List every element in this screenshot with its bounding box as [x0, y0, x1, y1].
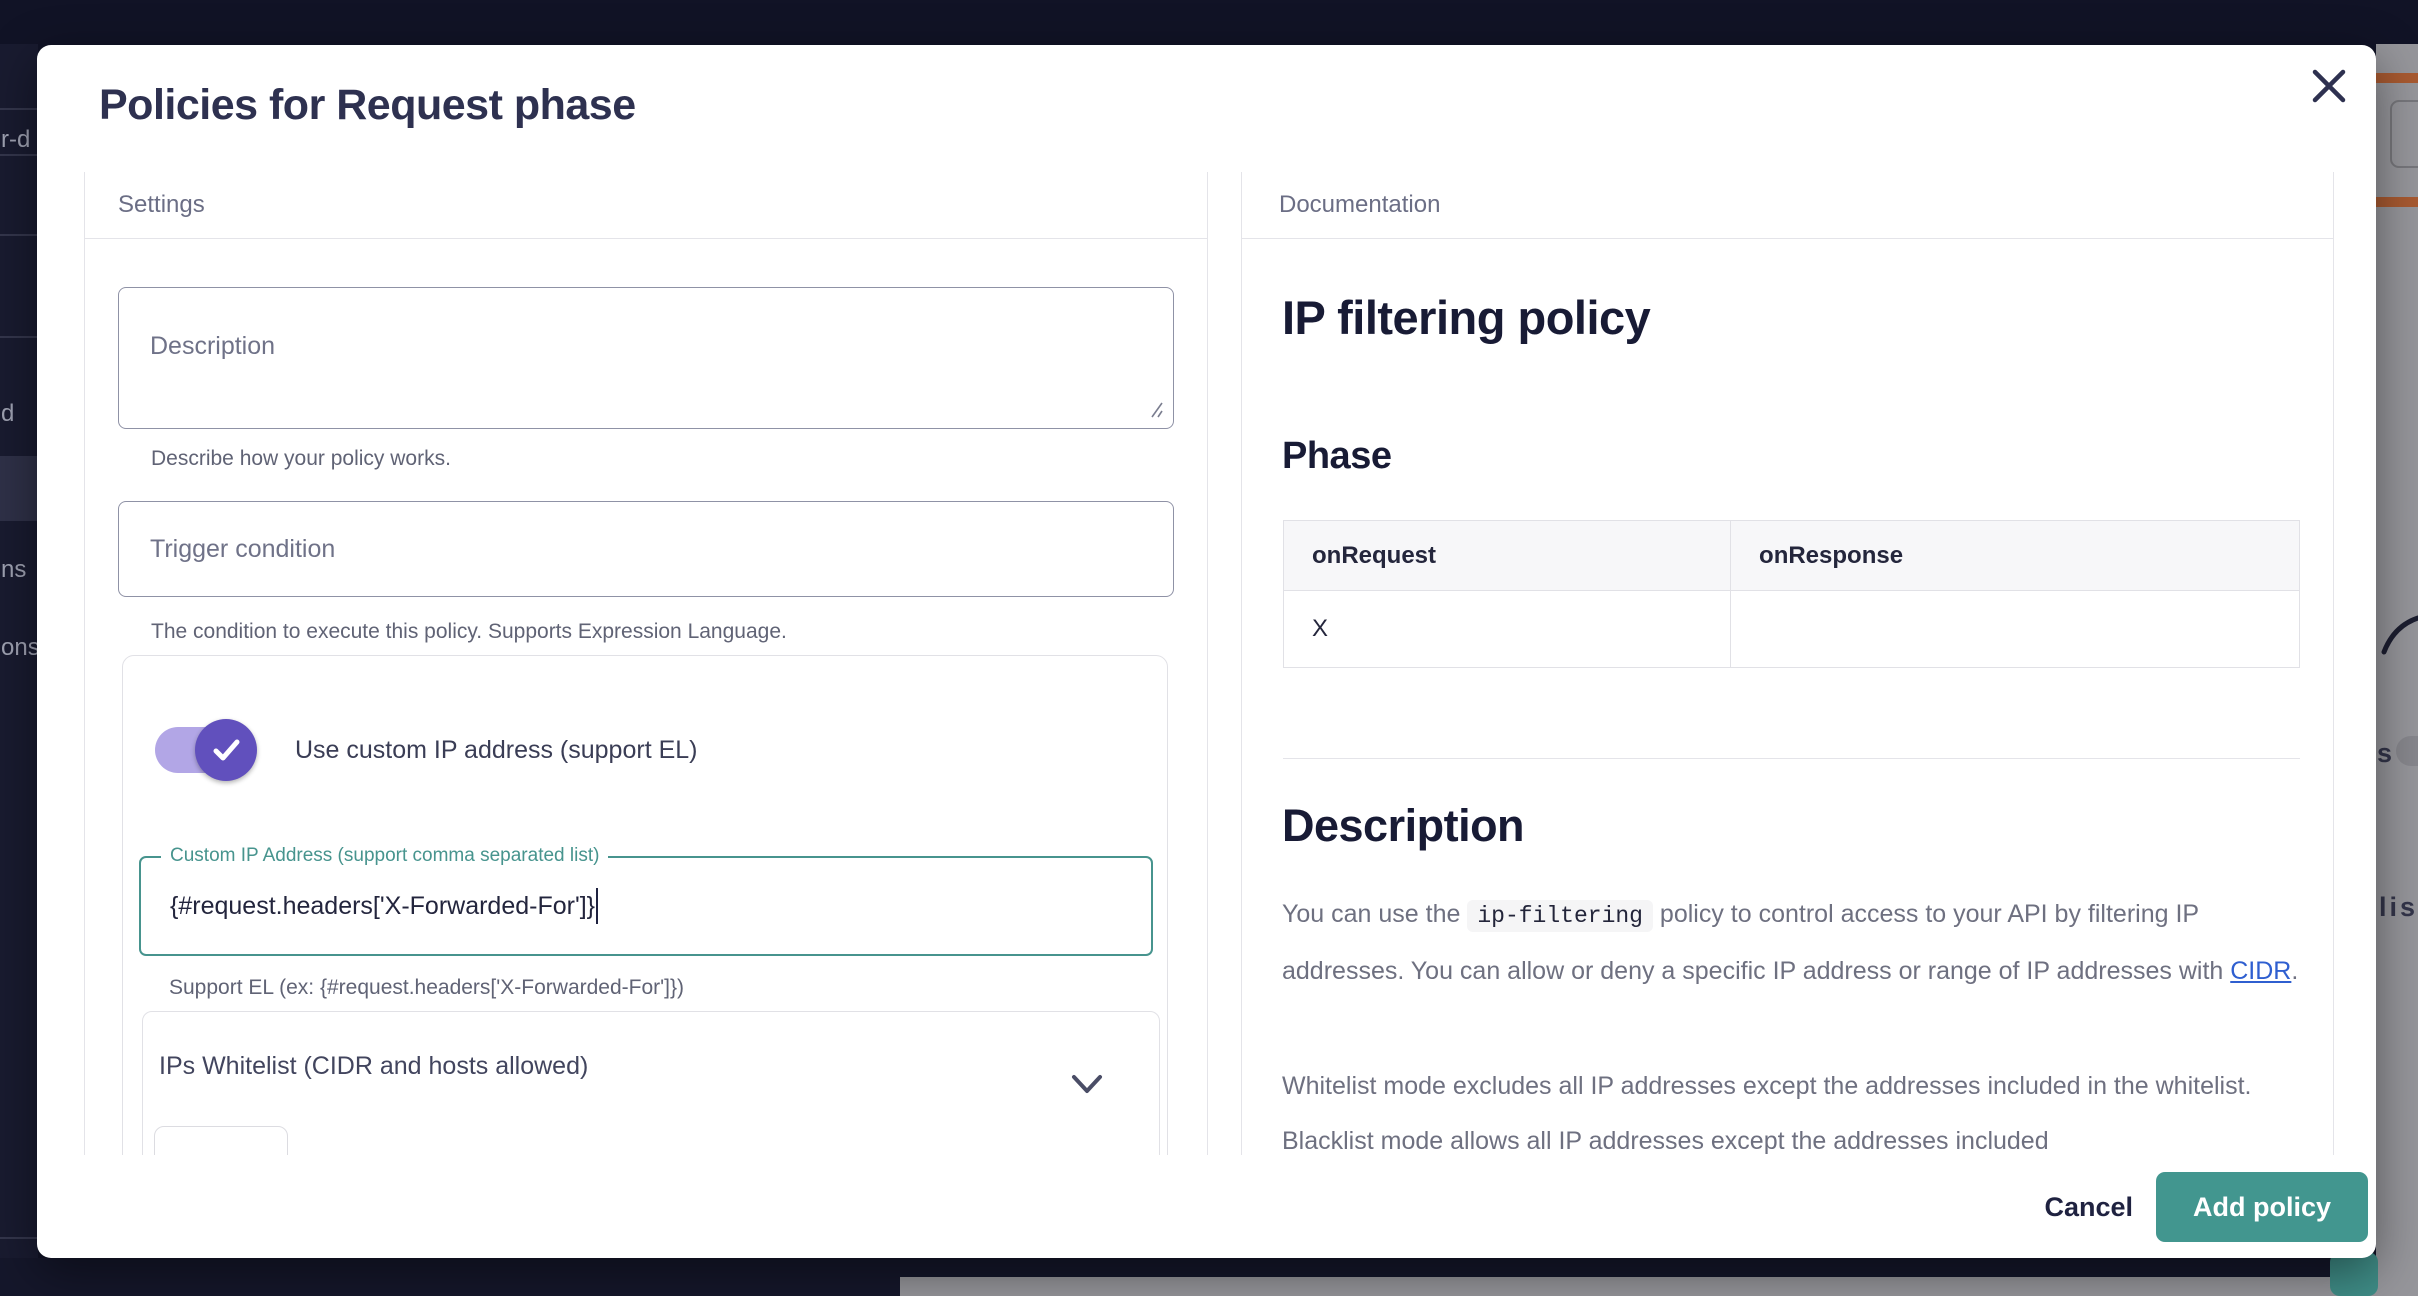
close-button[interactable] [2304, 61, 2354, 111]
background-bottom-content [900, 1277, 2418, 1296]
custom-ip-input-value: {#request.headers['X-Forwarded-For']} [170, 892, 595, 921]
doc-paragraph-1: You can use the ip-filtering policy to c… [1282, 887, 2304, 999]
settings-panel-header: Settings [85, 172, 1207, 239]
toggle-thumb [195, 719, 257, 781]
doc-p1-text: You can use the [1282, 900, 1467, 928]
background-teal-element [2330, 1252, 2378, 1296]
background-pill [2396, 736, 2418, 766]
sidebar-item-fragment: r-d [1, 126, 30, 154]
sidebar-divider [0, 108, 38, 110]
add-policy-button[interactable]: Add policy [2156, 1172, 2368, 1242]
doc-paragraph-2: Whitelist mode excludes all IP addresses… [1282, 1059, 2304, 1155]
custom-ip-toggle[interactable] [155, 718, 257, 782]
phase-table: onRequest onResponse X [1283, 520, 2300, 668]
description-placeholder: Description [150, 332, 275, 361]
sidebar-divider [0, 336, 38, 338]
ips-whitelist-expansion-panel[interactable]: IPs Whitelist (CIDR and hosts allowed) [142, 1011, 1160, 1155]
custom-ip-hint: Support EL (ex: {#request.headers['X-For… [169, 976, 684, 1000]
trigger-condition-hint: The condition to execute this policy. Su… [151, 620, 787, 644]
text-cursor [596, 888, 598, 924]
sidebar-item-fragment: d [1, 400, 14, 428]
sidebar-item-fragment: ns [1, 556, 26, 584]
cidr-link[interactable]: CIDR [2230, 957, 2291, 985]
background-sidebar: r-d d ns ons [0, 44, 38, 1258]
phase-table-cell-onrequest: X [1284, 591, 1731, 668]
resize-handle-icon[interactable] [1146, 401, 1164, 419]
description-hint: Describe how your policy works. [151, 447, 451, 471]
trigger-condition-input[interactable]: Trigger condition [118, 501, 1174, 597]
check-icon [209, 733, 243, 767]
phase-table-header-row: onRequest onResponse [1284, 521, 2300, 591]
background-text-fragment: s [2377, 738, 2392, 769]
doc-phase-heading: Phase [1282, 435, 1391, 478]
sidebar-divider [0, 154, 38, 156]
background-rust-bar [2376, 73, 2418, 83]
phase-table-cell-onresponse [1731, 591, 2300, 668]
doc-inline-code: ip-filtering [1467, 900, 1653, 932]
add-policy-dialog: Policies for Request phase Settings Desc… [37, 45, 2376, 1258]
cancel-button[interactable]: Cancel [2044, 1172, 2133, 1242]
background-right-edge: s lis [2376, 44, 2418, 1296]
doc-divider [1283, 758, 2300, 759]
doc-p1-text: . [2291, 957, 2298, 985]
sidebar-selected-item [0, 456, 38, 521]
close-icon [2310, 67, 2348, 105]
ips-whitelist-label: IPs Whitelist (CIDR and hosts allowed) [159, 1052, 588, 1081]
sidebar-divider [0, 234, 38, 236]
phase-table-header-onrequest: onRequest [1284, 521, 1731, 591]
whitelist-partial-control [154, 1126, 288, 1155]
settings-panel: Settings Description Describe how your p… [84, 172, 1208, 1155]
doc-description-heading: Description [1282, 800, 1524, 852]
documentation-panel-header: Documentation [1242, 172, 2333, 239]
background-rust-bar [2376, 197, 2418, 207]
trigger-condition-placeholder: Trigger condition [150, 535, 335, 564]
doc-policy-title: IP filtering policy [1282, 290, 1650, 345]
background-top-bar [0, 0, 2418, 44]
chevron-down-icon[interactable] [1071, 1074, 1103, 1096]
custom-ip-input[interactable]: Custom IP Address (support comma separat… [139, 856, 1153, 956]
custom-ip-toggle-row: Use custom IP address (support EL) [155, 718, 698, 782]
description-textarea[interactable]: Description [118, 287, 1174, 429]
custom-ip-input-label: Custom IP Address (support comma separat… [161, 845, 608, 867]
custom-ip-group-card: Use custom IP address (support EL) Custo… [122, 655, 1168, 1155]
custom-ip-toggle-label: Use custom IP address (support EL) [295, 736, 698, 765]
documentation-panel: Documentation IP filtering policy Phase … [1241, 172, 2334, 1155]
phase-table-header-onresponse: onResponse [1731, 521, 2300, 591]
sidebar-item-fragment: ons [1, 634, 38, 662]
phase-table-row: X [1284, 591, 2300, 668]
sidebar-divider [0, 1237, 38, 1239]
background-text-fragment: lis [2379, 892, 2418, 923]
pencil-icon [2380, 612, 2418, 656]
background-button-edge [2390, 100, 2418, 168]
dialog-title: Policies for Request phase [99, 81, 636, 130]
